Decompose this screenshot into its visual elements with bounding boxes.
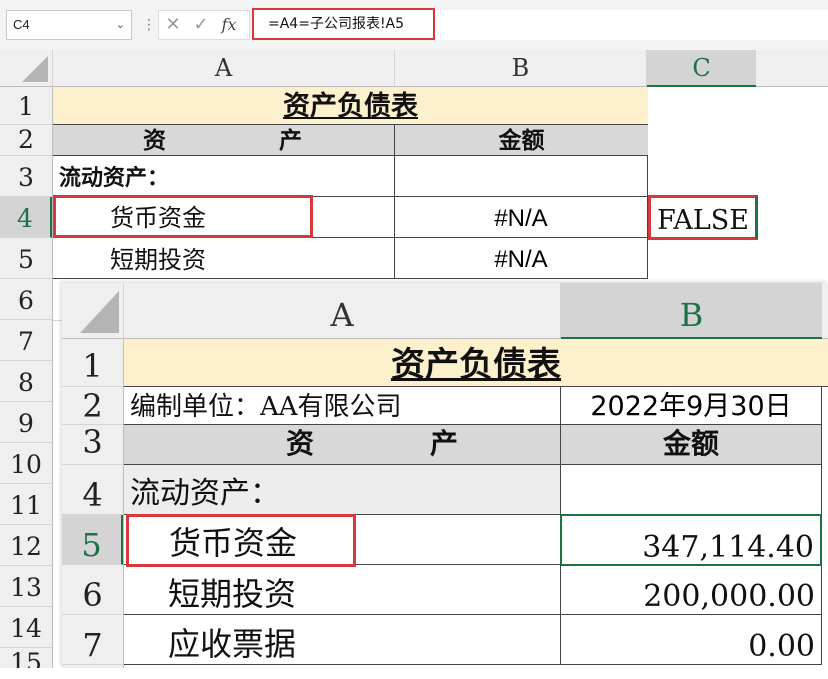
select-all-corner[interactable] xyxy=(0,50,53,87)
row-header-3[interactable]: 3 xyxy=(62,425,123,465)
cell-c4-false[interactable]: FALSE xyxy=(648,195,758,240)
cell-b3-amount-header-2[interactable]: 金额 xyxy=(561,425,822,465)
cell-a4-current-assets-2[interactable]: 流动资产： xyxy=(124,465,561,515)
chevron-down-icon[interactable]: ⌄ xyxy=(116,11,125,39)
row-header-10[interactable]: 10 xyxy=(0,443,52,484)
name-box-value: C4 xyxy=(13,17,30,32)
row-header-2[interactable]: 2 xyxy=(62,387,123,425)
col-header-a-2[interactable]: A xyxy=(124,283,561,339)
cell-b7-notes-receivable-value[interactable]: 0.00 xyxy=(561,615,822,665)
cell-a2-asset-header[interactable]: 资 产 xyxy=(53,125,395,156)
cell-b4-2[interactable] xyxy=(561,465,822,515)
cell-a1-title-2[interactable]: 资产负债表 xyxy=(124,339,828,387)
cell-b6-short-invest-value[interactable]: 200,000.00 xyxy=(561,565,822,615)
cell-b4-na[interactable]: #N/A xyxy=(395,197,648,238)
row-header-11[interactable]: 11 xyxy=(0,484,52,525)
row-header-12[interactable]: 12 xyxy=(0,525,52,566)
cell-a3-current-assets[interactable]: 流动资产： xyxy=(53,156,395,197)
select-all-icon xyxy=(80,291,119,333)
row-header-9[interactable]: 9 xyxy=(0,402,52,443)
cancel-icon[interactable]: ✕ xyxy=(159,11,187,39)
sheet1-title: 资产负债表 xyxy=(283,91,418,122)
formula-input-area[interactable] xyxy=(436,10,828,40)
col-header-c-2[interactable] xyxy=(822,283,828,339)
col-header-b-2[interactable]: B xyxy=(561,283,822,339)
confirm-icon[interactable]: ✓ xyxy=(187,11,215,39)
row-header-4[interactable]: 4 xyxy=(62,465,123,515)
cell-b5-cash-value[interactable]: 347,114.40 xyxy=(560,514,822,566)
row-header-6[interactable]: 6 xyxy=(62,565,123,615)
cell-a5-short-invest[interactable]: 短期投资 xyxy=(53,238,395,279)
asset-header-left: 资 xyxy=(286,427,315,460)
row-header-1[interactable]: 1 xyxy=(0,87,52,125)
formula-buttons: ✕ ✓ fx xyxy=(158,10,250,40)
cell-a7-notes-receivable[interactable]: 应收票据 xyxy=(124,615,561,665)
row-header-8[interactable]: 8 xyxy=(0,361,52,402)
asset-header-left: 资 xyxy=(143,127,166,154)
asset-header-right: 产 xyxy=(279,127,302,154)
row-header-4[interactable]: 4 xyxy=(0,197,52,238)
row-header-5[interactable]: 5 xyxy=(62,515,123,565)
cell-b2-amount-header[interactable]: 金额 xyxy=(395,125,648,156)
formula-input[interactable]: =A4=子公司报表!A5 xyxy=(252,8,435,40)
select-all-icon xyxy=(22,56,48,82)
row-header-6[interactable]: 6 xyxy=(0,279,52,320)
name-box[interactable]: C4 ⌄ xyxy=(6,10,132,40)
cell-a2-unit[interactable]: 编制单位：AA有限公司 xyxy=(124,387,561,425)
row-header-14[interactable]: 14 xyxy=(0,607,52,648)
cell-b2-date[interactable]: 2022年9月30日 xyxy=(561,387,822,425)
sheet2-title: 资产负债表 xyxy=(391,345,561,385)
row-header-5[interactable]: 5 xyxy=(0,238,52,279)
col-header-c[interactable]: C xyxy=(647,50,756,87)
cell-b3[interactable] xyxy=(395,156,648,197)
asset-header-right: 产 xyxy=(430,427,459,460)
subsidiary-sheet-panel: A B 1 2 3 4 5 6 7 资产负债表 编制单位：AA有限公司 2022… xyxy=(62,283,828,668)
row-header-1[interactable]: 1 xyxy=(62,339,123,387)
row-header-7[interactable]: 7 xyxy=(0,320,52,361)
insert-function-icon[interactable]: fx xyxy=(215,11,243,39)
cell-a1-title[interactable]: 资产负债表 xyxy=(53,87,648,125)
cell-a3-asset-header-2[interactable]: 资 产 xyxy=(124,425,561,465)
more-options-icon[interactable]: ⋮ xyxy=(142,14,156,36)
row-header-2[interactable]: 2 xyxy=(0,125,52,156)
select-all-corner-2[interactable] xyxy=(62,283,124,339)
cash-label-highlight: 货币资金 xyxy=(53,195,313,238)
row-header-13[interactable]: 13 xyxy=(0,566,52,607)
row-header-3[interactable]: 3 xyxy=(0,156,52,197)
col-header-d[interactable] xyxy=(756,50,828,87)
row-header-7[interactable]: 7 xyxy=(62,615,123,665)
col-header-b[interactable]: B xyxy=(395,50,647,87)
cell-a6-short-invest-2[interactable]: 短期投资 xyxy=(124,565,561,615)
col-header-a[interactable]: A xyxy=(53,50,395,87)
row-header-15[interactable]: 15 xyxy=(0,648,52,668)
cash-label-highlight-2: 货币资金 xyxy=(126,514,356,567)
cell-b5-na[interactable]: #N/A xyxy=(395,238,648,279)
